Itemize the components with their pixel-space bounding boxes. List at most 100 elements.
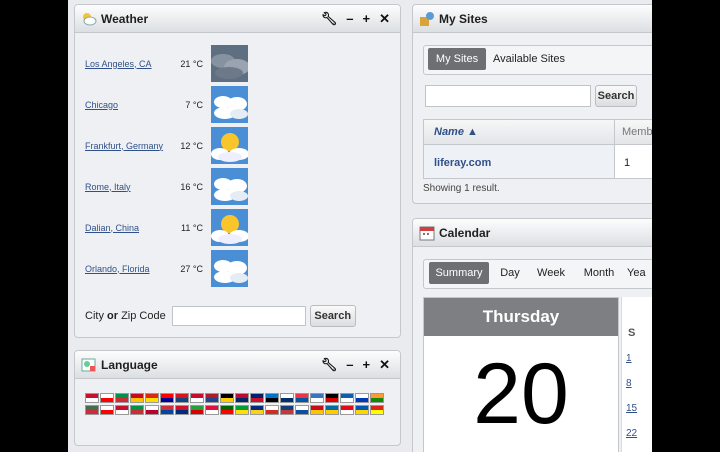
minimize-icon[interactable]: –	[346, 11, 353, 27]
mini-weekday-s: S	[628, 327, 636, 339]
tab-day[interactable]: Day	[493, 262, 527, 284]
language-flag-icon[interactable]	[325, 393, 339, 403]
language-flag-icon[interactable]	[340, 393, 354, 403]
mini-calendar-day[interactable]: 15	[626, 403, 637, 414]
my-sites-portlet: My Sites My Sites Available Sites Search…	[412, 4, 652, 204]
sites-search-input[interactable]	[425, 85, 591, 107]
city-search-row: City or Zip Code Search	[85, 305, 356, 327]
language-flag-icon[interactable]	[220, 405, 234, 415]
language-flag-icon[interactable]	[250, 393, 264, 403]
close-icon[interactable]: ✕	[379, 11, 390, 27]
day-card: Thursday 20	[423, 297, 619, 452]
language-flag-icon[interactable]	[370, 393, 384, 403]
language-flag-icon[interactable]	[235, 393, 249, 403]
city-link[interactable]: Rome, Italy	[85, 182, 131, 192]
weather-row: Rome, Italy 16 °C	[85, 168, 248, 205]
site-member-count: 1	[624, 157, 631, 169]
tab-available-sites[interactable]: Available Sites	[490, 48, 568, 70]
language-flag-icon[interactable]	[115, 393, 129, 403]
language-flag-icon[interactable]	[220, 393, 234, 403]
tab-summary[interactable]: Summary	[429, 262, 489, 284]
weather-titlebar: Weather 🔧︎ – + ✕	[75, 5, 400, 33]
calendar-icon	[419, 225, 435, 241]
language-flag-icon[interactable]	[265, 405, 279, 415]
sites-icon	[419, 11, 435, 27]
weather-title: Weather	[101, 11, 149, 26]
calendar-portlet: Calendar Summary Day Week Month Yea Thur…	[412, 218, 652, 452]
city-zip-input[interactable]	[171, 306, 306, 326]
language-flag-icon[interactable]	[190, 405, 204, 415]
language-flag-icon[interactable]	[175, 405, 189, 415]
language-flag-icon[interactable]	[280, 393, 294, 403]
mini-calendar-day[interactable]: 8	[626, 378, 632, 389]
city-link[interactable]: Los Angeles, CA	[85, 59, 152, 69]
temperature: 11 °C	[181, 222, 203, 233]
language-flag-icon[interactable]	[100, 405, 114, 415]
weather-row: Chicago 7 °C	[85, 86, 248, 123]
language-flag-icon[interactable]	[340, 405, 354, 415]
mini-calendar-day[interactable]: 1	[626, 353, 632, 364]
language-flag-icon[interactable]	[310, 405, 324, 415]
minimize-icon[interactable]: –	[346, 357, 353, 373]
language-flag-icon[interactable]	[85, 405, 99, 415]
language-flag-icon[interactable]	[280, 405, 294, 415]
language-flag-icon[interactable]	[205, 405, 219, 415]
column-header-members[interactable]: Memb	[622, 126, 652, 138]
weather-search-button[interactable]: Search	[309, 305, 356, 327]
language-flag-icon[interactable]	[235, 405, 249, 415]
language-flag-icon[interactable]	[310, 393, 324, 403]
configure-wrench-icon[interactable]: 🔧︎	[321, 11, 338, 27]
language-flag-icon[interactable]	[190, 393, 204, 403]
language-flag-icon[interactable]	[115, 405, 129, 415]
language-flag-icon[interactable]	[295, 405, 309, 415]
weather-condition-icon	[211, 250, 248, 287]
temperature: 16 °C	[180, 181, 203, 192]
language-flag-icon[interactable]	[145, 393, 159, 403]
city-link[interactable]: Frankfurt, Germany	[85, 141, 163, 151]
language-flag-icon[interactable]	[355, 405, 369, 415]
tab-month[interactable]: Month	[577, 262, 621, 284]
language-flag-icon[interactable]	[160, 393, 174, 403]
sites-search-button[interactable]: Search	[595, 85, 637, 107]
temperature: 12 °C	[180, 140, 203, 151]
weather-row: Los Angeles, CA 21 °C	[85, 45, 250, 82]
language-flag-icon[interactable]	[205, 393, 219, 403]
tab-week[interactable]: Week	[531, 262, 571, 284]
configure-wrench-icon[interactable]: 🔧︎	[321, 357, 338, 373]
language-flag-icon[interactable]	[355, 393, 369, 403]
language-flag-icon[interactable]	[130, 405, 144, 415]
sites-result-text: Showing 1 result.	[423, 183, 500, 194]
site-link-liferay[interactable]: liferay.com	[434, 157, 491, 169]
column-header-name[interactable]: Name ▲	[434, 126, 478, 138]
portal-page: Weather 🔧︎ – + ✕ Los Angeles, CA 21 °C Chi…	[68, 0, 652, 452]
language-flag-icon[interactable]	[295, 393, 309, 403]
language-flag-icon[interactable]	[325, 405, 339, 415]
weather-row: Orlando, Florida 27 °C	[85, 250, 248, 287]
language-flag-icon[interactable]	[100, 393, 114, 403]
maximize-icon[interactable]: +	[363, 11, 371, 27]
mini-calendar: S 1 8 15 22	[621, 297, 652, 452]
language-flag-icon[interactable]	[130, 393, 144, 403]
calendar-title: Calendar	[439, 225, 491, 240]
column-divider	[614, 120, 615, 178]
language-flag-icon[interactable]	[160, 405, 174, 415]
calendar-titlebar: Calendar	[413, 219, 652, 247]
tab-my-sites[interactable]: My Sites	[428, 48, 486, 70]
my-sites-title: My Sites	[439, 11, 488, 26]
city-link[interactable]: Chicago	[85, 100, 118, 110]
day-number: 20	[473, 346, 569, 442]
language-flag-icon[interactable]	[250, 405, 264, 415]
mini-calendar-day[interactable]: 22	[626, 428, 637, 439]
city-link[interactable]: Orlando, Florida	[85, 264, 150, 274]
tab-year[interactable]: Yea	[627, 262, 652, 284]
maximize-icon[interactable]: +	[363, 357, 371, 373]
language-title: Language	[101, 357, 158, 372]
language-flag-icon[interactable]	[265, 393, 279, 403]
city-link[interactable]: Dalian, China	[85, 223, 139, 233]
language-flag-icon[interactable]	[175, 393, 189, 403]
language-flag-icon[interactable]	[145, 405, 159, 415]
language-titlebar: Language 🔧︎ – + ✕	[75, 351, 400, 379]
language-flag-icon[interactable]	[85, 393, 99, 403]
close-icon[interactable]: ✕	[379, 357, 390, 373]
language-flag-icon[interactable]	[370, 405, 384, 415]
